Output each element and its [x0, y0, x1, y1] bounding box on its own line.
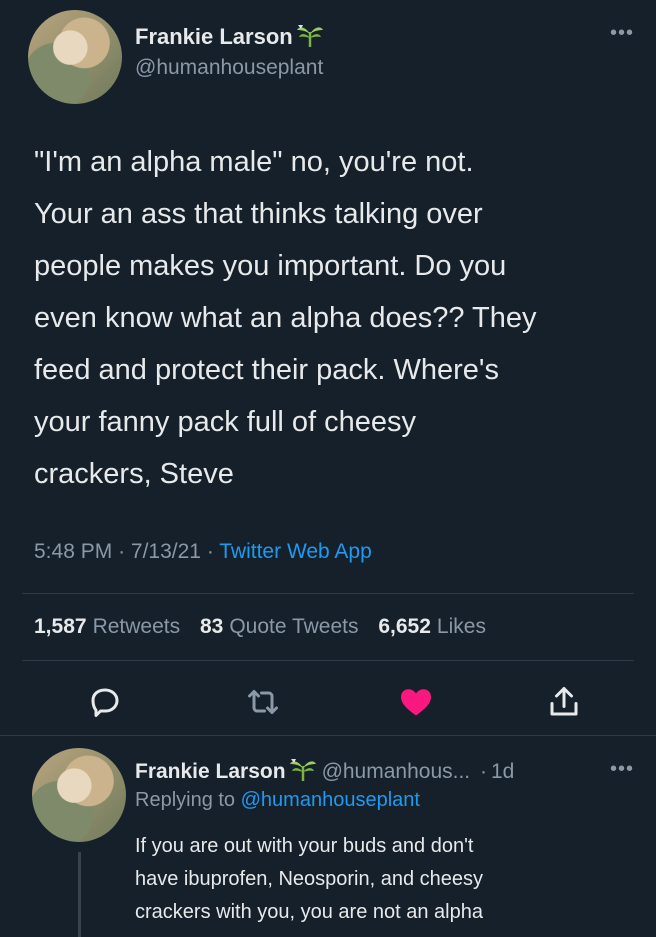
tweet-text-line: feed and protect their pack. Where's	[34, 354, 499, 386]
share-icon[interactable]	[546, 684, 582, 720]
tweet-text-line: "I'm an alpha male" no, you're not.	[34, 146, 474, 178]
reply-more-options-icon[interactable]: •••	[610, 758, 634, 781]
divider	[22, 660, 634, 661]
quote-tweets-stat[interactable]: 83 Quote Tweets	[200, 615, 359, 638]
tweet-meta: 5:48 PM · 7/13/21 · Twitter Web App	[34, 540, 372, 563]
author-name-row[interactable]: Frankie Larson	[135, 22, 325, 50]
reply-text: If you are out with your buds and don't …	[135, 830, 645, 929]
plant-emoji-icon	[296, 25, 323, 47]
reply-author-handle[interactable]: @humanhous...	[322, 760, 471, 783]
replying-to-handle[interactable]: @humanhouseplant	[241, 789, 420, 811]
retweet-icon[interactable]	[245, 684, 281, 720]
reply-header: Frankie Larson @humanhous... · 1d	[135, 756, 514, 784]
author-handle[interactable]: @humanhouseplant	[135, 56, 323, 80]
reply-text-line: have ibuprofen, Neosporin, and cheesy	[135, 868, 484, 890]
retweets-stat[interactable]: 1,587 Retweets	[34, 615, 180, 638]
reply-text-line: If you are out with your buds and don't	[135, 835, 474, 857]
tweet-time[interactable]: 5:48 PM	[34, 540, 112, 563]
likes-stat[interactable]: 6,652 Likes	[378, 615, 486, 638]
tweet-text-line: people makes you important. Do you	[34, 250, 507, 282]
plant-emoji-icon	[289, 759, 316, 781]
replying-to: Replying to @humanhouseplant	[135, 789, 420, 811]
tweet-text-line: your fanny pack full of cheesy	[34, 406, 417, 438]
tweet-text: "I'm an alpha male" no, you're not. Your…	[34, 136, 644, 500]
reply-author-name[interactable]: Frankie Larson	[135, 760, 286, 783]
thread-line	[78, 852, 81, 937]
reply-icon[interactable]	[87, 684, 123, 720]
author-name[interactable]: Frankie Larson	[135, 24, 293, 49]
tweet-source-app[interactable]: Twitter Web App	[219, 540, 372, 563]
reply-text-line: crackers with you, you are not an alpha	[135, 901, 483, 923]
author-avatar[interactable]	[28, 10, 122, 104]
tweet-date[interactable]: 7/13/21	[131, 540, 201, 563]
tweet-stats: 1,587 Retweets 83 Quote Tweets 6,652 Likes	[34, 615, 486, 639]
tweet-text-line: crackers, Steve	[34, 458, 234, 490]
tweet-text-line: Your an ass that thinks talking over	[34, 198, 483, 230]
more-options-icon[interactable]: •••	[610, 22, 634, 45]
reply-author-avatar[interactable]	[32, 748, 126, 842]
tweet-text-line: even know what an alpha does?? They	[34, 302, 537, 334]
divider	[0, 735, 656, 736]
like-icon[interactable]	[398, 684, 434, 720]
divider	[22, 593, 634, 594]
reply-age[interactable]: 1d	[491, 760, 514, 783]
